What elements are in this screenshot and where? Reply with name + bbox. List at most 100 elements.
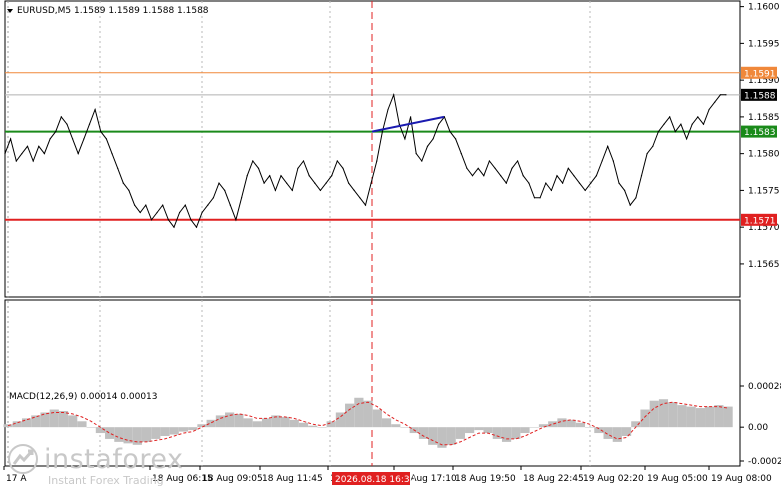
macd-bar (261, 418, 272, 428)
price-point (156, 211, 158, 214)
macd-bar (31, 415, 41, 428)
macd-bar (68, 415, 78, 428)
price-point (190, 219, 192, 221)
price-point (410, 116, 412, 118)
price-point (669, 116, 671, 118)
macd-bar (206, 419, 216, 428)
price-point (150, 219, 153, 221)
macd-bar (298, 422, 309, 428)
price-point (269, 175, 271, 177)
macd-bar (474, 427, 484, 431)
price-point (241, 197, 243, 199)
price-axis-label: 1.1580 (748, 150, 780, 160)
price-point (421, 160, 423, 162)
macd-bar (234, 413, 244, 428)
macd-bar (483, 427, 493, 434)
price-point (280, 175, 282, 177)
macd-bar (621, 427, 632, 436)
macd-bar (511, 427, 521, 439)
price-point (646, 153, 648, 155)
macd-bar (501, 427, 512, 442)
macd-axis-label: 0.00 (748, 423, 768, 433)
trading-chart[interactable]: 1.1600 1.1595 1.1590 1.1585 1.1580 1.1575 1.15… (0, 0, 781, 489)
price-point (477, 167, 479, 169)
macd-bar (714, 405, 724, 428)
price-point (488, 160, 490, 162)
macd-bar (21, 418, 32, 428)
chart-header-text: EURUSD,M5 1.1589 1.1589 1.1588 1.1588 (17, 6, 209, 16)
chart-svg[interactable]: 1.16001.15951.15901.15851.15801.15751.15… (0, 0, 781, 489)
macd-bar (446, 427, 456, 445)
price-point (145, 204, 147, 206)
macd-bar (640, 409, 650, 428)
price-point (314, 182, 316, 184)
price-point (697, 116, 699, 118)
price-point (94, 108, 96, 111)
macd-bar (381, 418, 392, 428)
price-point (162, 204, 164, 206)
time-axis-label: 18 Aug 22:45 (523, 474, 584, 484)
macd-bar (308, 425, 318, 428)
macd-bar (178, 427, 189, 432)
macd-bar (391, 424, 401, 428)
price-point (370, 182, 372, 184)
price-point (533, 197, 536, 199)
price-point (331, 175, 333, 177)
trendline[interactable] (371, 115, 445, 133)
macd-bar (363, 400, 373, 428)
price-point (325, 182, 327, 184)
macd-bar (677, 405, 687, 428)
price-point (505, 182, 507, 184)
macd-axis-label: 0.00028 (748, 382, 781, 392)
price-point (466, 167, 468, 169)
macd-bar (372, 409, 382, 428)
price-point (573, 175, 575, 177)
macd-bar (400, 427, 410, 428)
time-axis-label: 17 A (6, 474, 27, 484)
macd-bar (354, 397, 364, 428)
macd-bar (188, 427, 198, 431)
price-point (26, 145, 29, 147)
price-point (640, 175, 643, 177)
price-point (719, 94, 722, 96)
price-point (376, 160, 378, 162)
price-point (432, 138, 434, 140)
macd-axis-label: -0.00023 (748, 457, 781, 467)
price-point (201, 211, 203, 214)
price-point (624, 189, 626, 191)
price-point (629, 204, 631, 206)
macd-bar (169, 427, 179, 435)
price-point (10, 138, 12, 140)
time-axis-label: 19 Aug 05:00 (647, 474, 708, 484)
macd-bar (455, 427, 466, 439)
price-point (460, 153, 462, 155)
price-point (15, 160, 17, 162)
macd-bar (695, 408, 706, 428)
price-point (674, 131, 676, 133)
red-level-label: 1.1571 (744, 216, 776, 226)
price-point (49, 138, 51, 140)
time-axis-label: 18 Aug 11:45 (262, 474, 323, 484)
price-point (393, 94, 395, 96)
price-point (302, 160, 305, 162)
price-point (229, 204, 231, 206)
price-point (274, 189, 276, 191)
price-point (415, 153, 417, 155)
macd-bar (86, 427, 96, 428)
price-point (381, 131, 383, 133)
price-point (173, 226, 175, 228)
time-axis-label: 18 Aug 19:50 (455, 474, 516, 484)
price-point (308, 175, 310, 177)
price-point (353, 189, 355, 191)
price-point (207, 204, 209, 206)
price-point (545, 182, 547, 184)
price-point (167, 219, 169, 221)
price-point (212, 197, 214, 199)
macd-bar (585, 427, 595, 428)
macd-bar (548, 421, 558, 428)
macd-bar (225, 412, 235, 428)
price-point (686, 138, 688, 140)
price-point (88, 123, 91, 125)
price-point (286, 182, 288, 184)
macd-bar (723, 406, 733, 428)
